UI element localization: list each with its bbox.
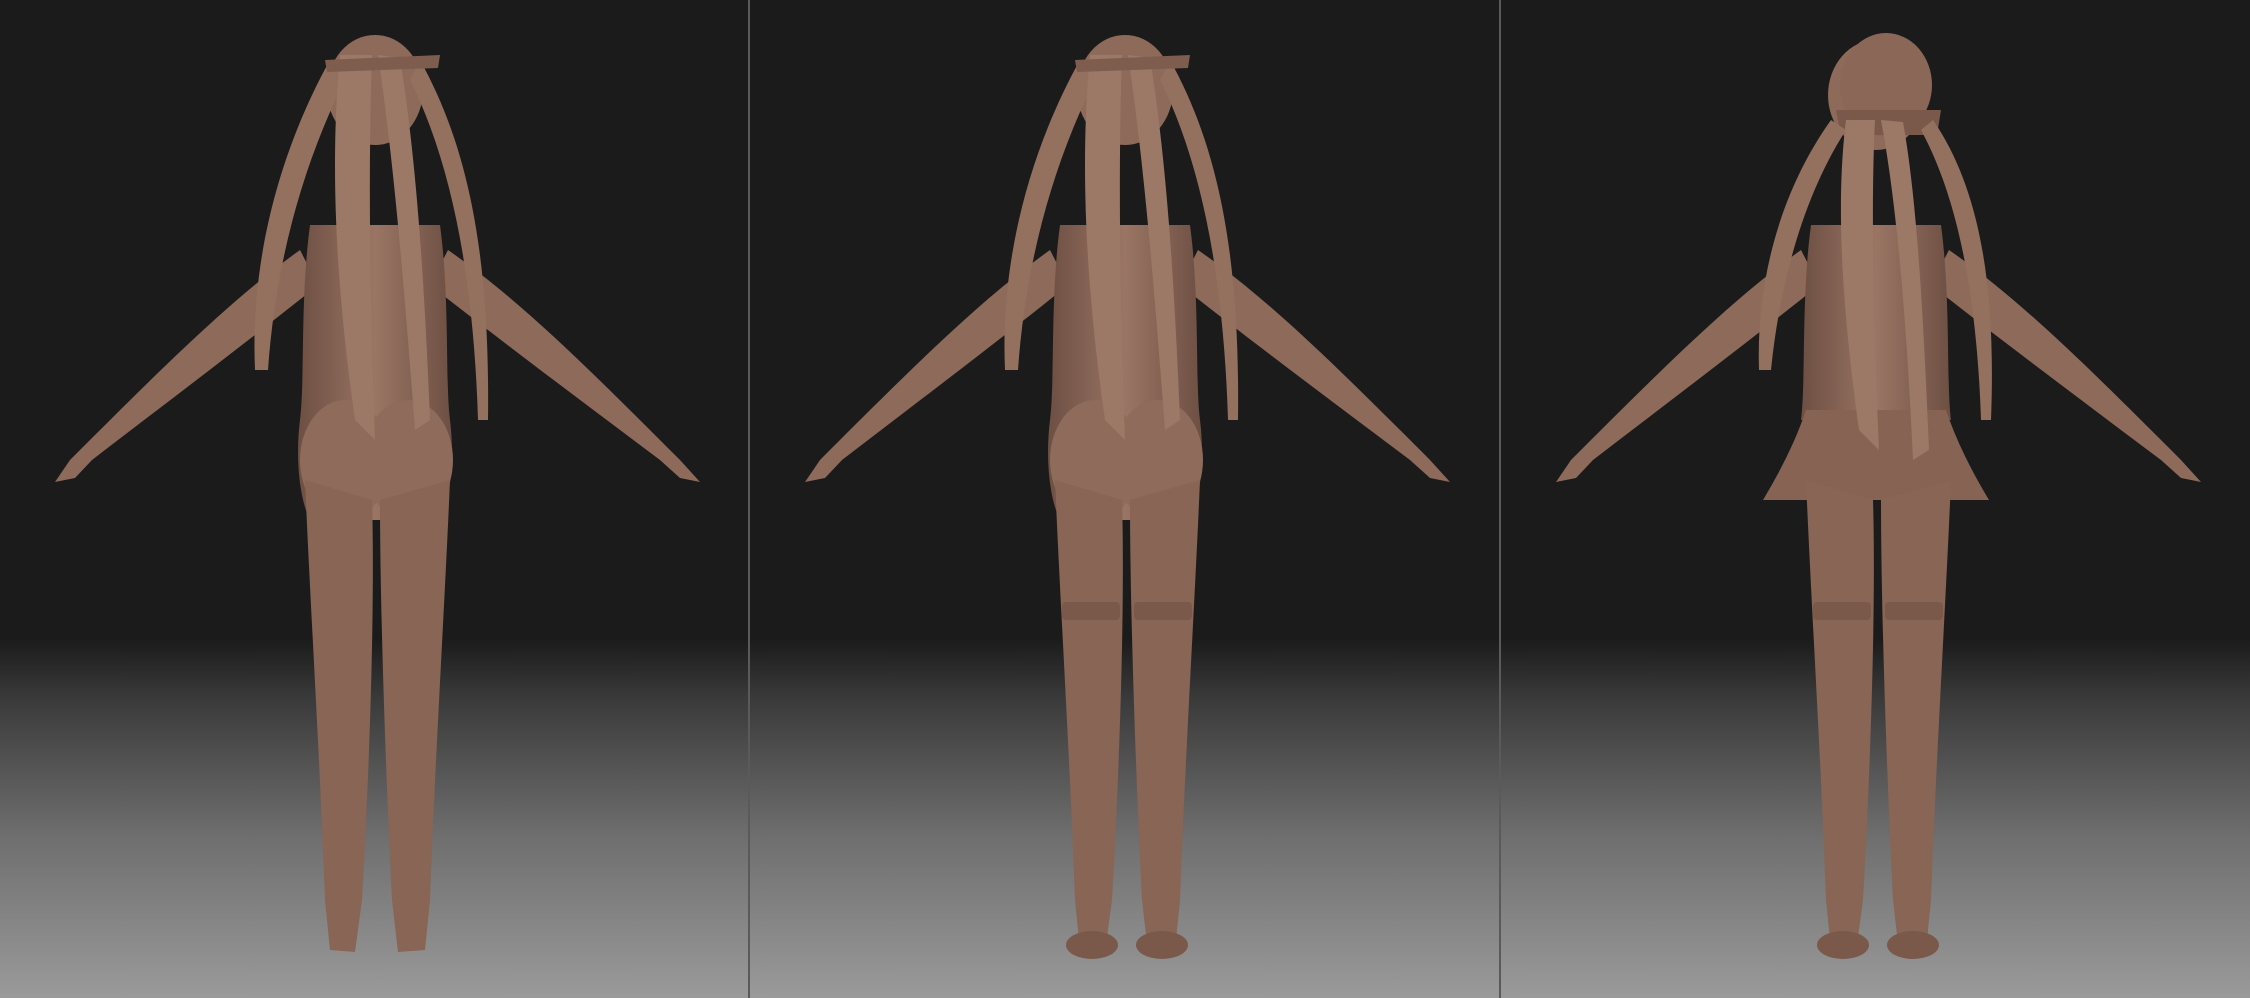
left-leg [1806,480,1874,952]
clay-figure-outfit [1556,33,2201,959]
render-strip [0,0,2250,998]
clay-figure-base [55,35,700,952]
left-leg [305,480,373,952]
stocking-band-right [1134,602,1192,620]
right-leg [380,480,450,952]
shoe-left [1817,931,1869,959]
stocking-band-right [1885,602,1943,620]
shoe-right [1887,931,1939,959]
left-arm [55,250,318,482]
right-leg [1881,480,1951,952]
clay-figure-stockings [805,35,1450,959]
left-arm [805,250,1068,482]
render-panel-back-stockings [750,0,1499,998]
shoe-left [1066,931,1118,959]
render-panel-back-base [0,0,748,998]
render-panel-back-outfit [1501,0,2250,998]
shoe-right [1136,931,1188,959]
stocking-band-left [1062,602,1120,620]
stocking-band-left [1813,602,1871,620]
right-leg [1130,480,1200,952]
left-leg [1055,480,1123,952]
